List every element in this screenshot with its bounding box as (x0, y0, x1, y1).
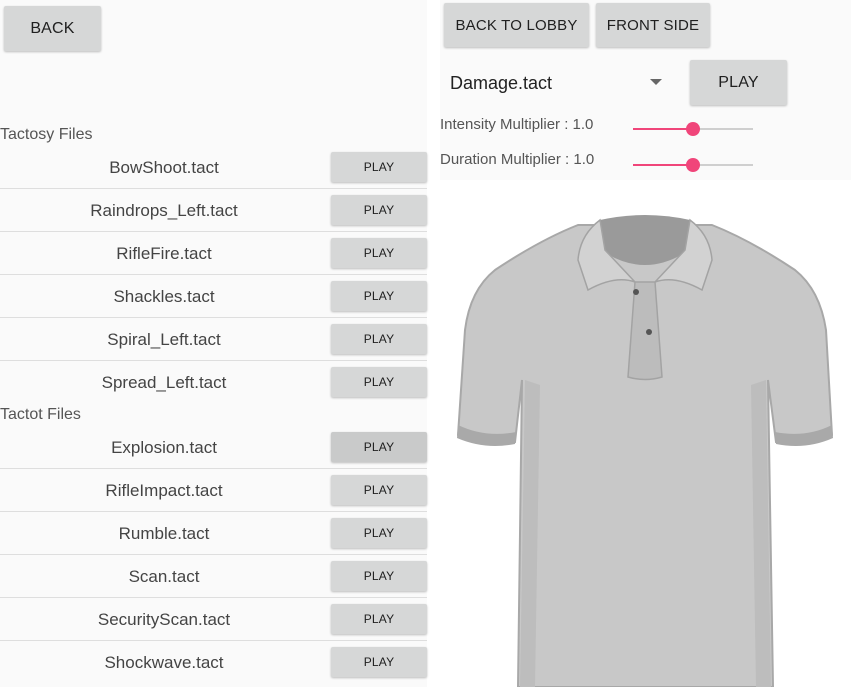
file-name: Rumble.tact (118, 523, 210, 543)
section-header-tactot: Tactot Files (0, 406, 81, 423)
duration-slider-thumb[interactable] (686, 158, 700, 172)
play-button[interactable]: PLAY (331, 475, 427, 505)
file-name: Raindrops_Left.tact (90, 200, 238, 220)
file-row: Shackles.tact PLAY (0, 275, 427, 318)
file-list-panel: BACK Tactosy Files BowShoot.tact PLAY Ra… (0, 0, 427, 687)
file-row: Explosion.tact PLAY (0, 426, 427, 469)
section-header-tactosy: Tactosy Files (0, 126, 93, 143)
play-button[interactable]: PLAY (331, 195, 427, 225)
play-button[interactable]: PLAY (331, 604, 427, 634)
file-row: SecurityScan.tact PLAY (0, 598, 427, 641)
intensity-slider-thumb[interactable] (686, 122, 700, 136)
file-name: Shockwave.tact (104, 652, 224, 672)
intensity-slider-fill (633, 128, 693, 130)
file-row: BowShoot.tact PLAY (0, 146, 427, 189)
file-name: Spread_Left.tact (101, 372, 227, 392)
intensity-slider[interactable] (633, 122, 753, 136)
file-name: Scan.tact (128, 566, 200, 586)
file-row: Raindrops_Left.tact PLAY (0, 189, 427, 232)
file-name: SecurityScan.tact (97, 609, 231, 629)
file-row: Spiral_Left.tact PLAY (0, 318, 427, 361)
file-row: RifleImpact.tact PLAY (0, 469, 427, 512)
file-name: Shackles.tact (113, 286, 215, 306)
file-row: Rumble.tact PLAY (0, 512, 427, 555)
duration-slider[interactable] (633, 158, 753, 172)
back-button[interactable]: BACK (4, 6, 101, 51)
file-row: RifleFire.tact PLAY (0, 232, 427, 275)
play-button[interactable]: PLAY (331, 647, 427, 677)
play-button[interactable]: PLAY (331, 367, 427, 397)
play-button[interactable]: PLAY (331, 324, 427, 354)
vest-front-view[interactable] (440, 180, 851, 688)
duration-label: Duration Multiplier : 1.0 (440, 151, 595, 168)
play-button[interactable]: PLAY (331, 561, 427, 591)
duration-slider-fill (633, 164, 693, 166)
file-row: Shockwave.tact PLAY (0, 641, 427, 684)
file-row: Spread_Left.tact PLAY (0, 361, 427, 404)
file-name: RifleImpact.tact (105, 480, 223, 500)
file-name: BowShoot.tact (109, 157, 219, 177)
play-button[interactable]: PLAY (331, 152, 427, 182)
dropdown-arrow-icon[interactable] (650, 79, 662, 85)
front-side-button[interactable]: FRONT SIDE (596, 3, 710, 47)
play-button[interactable]: PLAY (331, 281, 427, 311)
play-pattern-button[interactable]: PLAY (690, 60, 787, 105)
polo-shirt-front-icon (456, 215, 834, 688)
haptic-player-panel: BACK TO LOBBY FRONT SIDE Damage.tact PLA… (440, 0, 851, 688)
play-button[interactable]: PLAY (331, 238, 427, 268)
file-row: Scan.tact PLAY (0, 555, 427, 598)
intensity-label: Intensity Multiplier : 1.0 (440, 116, 594, 133)
back-to-lobby-button[interactable]: BACK TO LOBBY (444, 3, 589, 47)
pattern-dropdown[interactable]: Damage.tact (450, 66, 670, 100)
file-name: Explosion.tact (111, 437, 217, 457)
file-name: RifleFire.tact (116, 243, 212, 263)
play-button[interactable]: PLAY (331, 432, 427, 462)
play-button[interactable]: PLAY (331, 518, 427, 548)
file-name: Spiral_Left.tact (107, 329, 221, 349)
